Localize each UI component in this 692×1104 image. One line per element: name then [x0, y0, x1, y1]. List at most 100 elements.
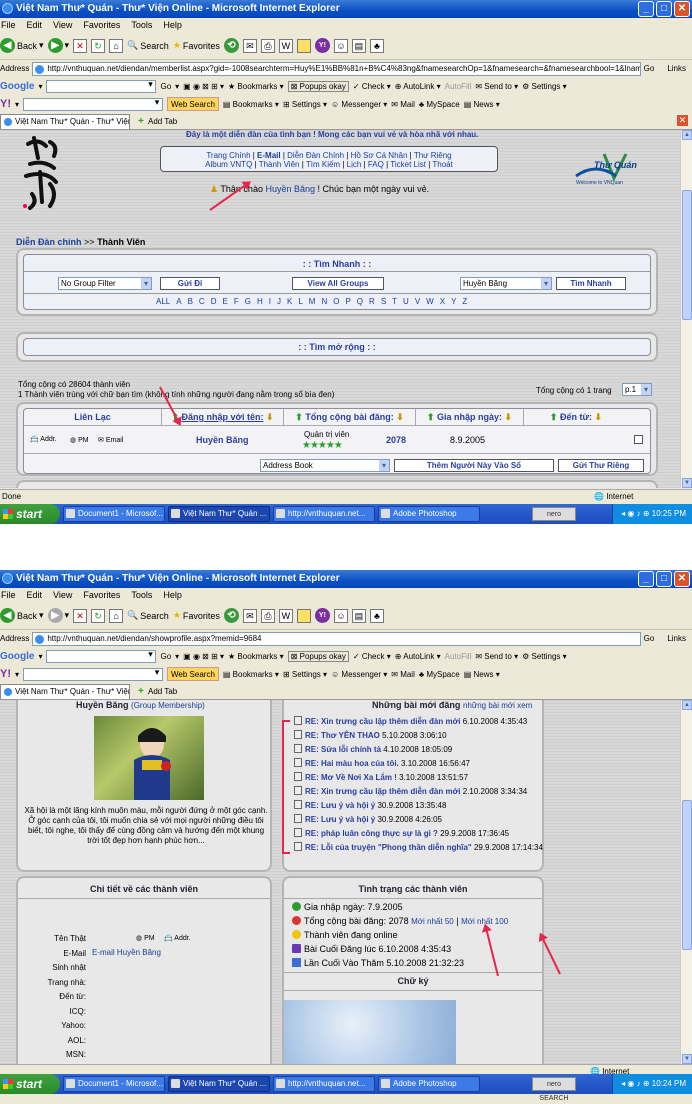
home-icon[interactable]: ⌂ — [109, 38, 124, 53]
minimize-button[interactable]: _ — [638, 1, 654, 17]
google-bookmarks-button[interactable]: ★ Bookmarks ▾ — [228, 82, 284, 91]
maximize-button[interactable]: □ — [656, 571, 672, 587]
messenger-button[interactable]: ☺ Messenger ▾ — [331, 670, 387, 679]
latest-50-link[interactable]: Mới nhất 50 — [411, 917, 454, 926]
post-title-link[interactable]: RE: Xin trưng cầu lập thêm diễn đàn mới — [305, 787, 461, 796]
nav-home[interactable]: Trang Chính — [206, 151, 250, 160]
alphabet-letter-k[interactable]: K — [287, 297, 292, 306]
google-settings-button[interactable]: ⚙ Settings ▾ — [522, 82, 567, 91]
alphabet-letter-g[interactable]: G — [245, 297, 251, 306]
folder-icon[interactable] — [296, 608, 311, 623]
start-button[interactable]: start — [0, 1074, 60, 1094]
google-search-input[interactable] — [46, 649, 157, 663]
address-input[interactable]: http://vnthuquan.net/diendan/memberlist.… — [32, 61, 641, 76]
nav-profile[interactable]: Hồ Sơ Cá Nhân — [351, 151, 408, 160]
alphabet-letter-c[interactable]: C — [199, 297, 205, 306]
alphabet-letter-h[interactable]: H — [257, 297, 263, 306]
col-total-posts[interactable]: ⬆ Tổng cộng bài đăng: ⬇ — [284, 409, 416, 425]
google-go-button[interactable]: Go — [160, 82, 171, 91]
alphabet-letter-t[interactable]: T — [392, 297, 397, 306]
alphabet-letter-i[interactable]: I — [269, 297, 271, 306]
post-title-link[interactable]: RE: Mơ Về Nơi Xa Lắm ! — [305, 773, 397, 782]
alphabet-letter-x[interactable]: X — [440, 297, 445, 306]
menu-tools[interactable]: Tools — [131, 588, 152, 602]
alphabet-letter-r[interactable]: R — [369, 297, 375, 306]
task-word[interactable]: Document1 - Microsof... — [63, 506, 165, 522]
address-input[interactable]: http://vnthuquan.net/diendan/showprofile… — [32, 631, 641, 646]
back-button[interactable]: ◀ Back ▾ — [0, 608, 44, 623]
yahoo-settings-button[interactable]: ⊞ Settings ▾ — [283, 670, 327, 679]
popups-button[interactable]: ⊠ Popups okay — [287, 650, 349, 662]
autolink-button[interactable]: ⊕ AutoLink ▾ — [395, 652, 441, 661]
close-button[interactable]: ✕ — [674, 1, 690, 17]
stop-icon[interactable]: ✕ — [73, 38, 88, 53]
research-icon[interactable]: ▤ — [351, 38, 366, 53]
autofill-button[interactable]: AutoFill — [445, 652, 472, 661]
close-button[interactable]: ✕ — [674, 571, 690, 587]
advanced-search-title[interactable]: : : Tìm mở rộng : : — [24, 342, 650, 352]
breadcrumb-root[interactable]: Diễn Đàn chính — [16, 237, 82, 247]
add-tab-button[interactable]: Add Tab — [136, 115, 177, 128]
yahoo-mail-button[interactable]: ✉ Mail — [391, 670, 415, 679]
popups-button[interactable]: ⊠ Popups okay — [287, 80, 349, 92]
nero-search[interactable]: nero SEARCH — [532, 1077, 576, 1102]
folder-icon[interactable] — [296, 38, 311, 53]
refresh-icon[interactable]: ↻ — [91, 608, 106, 623]
forward-button[interactable]: ▶ ▾ — [47, 608, 69, 623]
alphabet-letter-f[interactable]: F — [234, 297, 239, 306]
alphabet-letter-e[interactable]: E — [222, 297, 227, 306]
tab-vnthuquan[interactable]: Việt Nam Thư* Quán - Thư* Viện... — [0, 684, 130, 699]
myspace-button[interactable]: ♣ MySpace — [419, 100, 460, 109]
links-button[interactable]: Links — [657, 64, 692, 73]
nav-faq[interactable]: FAQ — [368, 160, 384, 169]
check-button[interactable]: ✓ Check ▾ — [353, 82, 391, 91]
start-button[interactable]: start — [0, 504, 60, 524]
menu-file[interactable]: File — [1, 18, 16, 32]
task-photoshop[interactable]: Adobe Photoshop — [378, 506, 480, 522]
alphabet-letter-a[interactable]: A — [176, 297, 181, 306]
nav-calendar[interactable]: Lịch — [347, 160, 362, 169]
add-tab-button[interactable]: Add Tab — [136, 685, 177, 698]
messenger-button[interactable]: ☺ Messenger ▾ — [331, 100, 387, 109]
post-title-link[interactable]: RE: Lưu ý và hội ý — [305, 801, 375, 810]
send-pm-button[interactable]: Gửi Thư Riêng — [558, 459, 644, 472]
print-icon[interactable]: ⎙ — [260, 608, 275, 623]
autofill-button[interactable]: AutoFill — [445, 82, 472, 91]
yahoo-icon[interactable]: Y! — [314, 38, 330, 53]
menu-tools[interactable]: Tools — [131, 18, 152, 32]
nero-search[interactable]: nero SEARCH — [532, 507, 576, 521]
nav-members[interactable]: Thành Viên — [259, 160, 300, 169]
yahoo-mail-button[interactable]: ✉ Mail — [391, 100, 415, 109]
home-icon[interactable]: ⌂ — [109, 608, 124, 623]
menu-view[interactable]: View — [53, 588, 72, 602]
history-icon[interactable]: ⟲ — [223, 38, 239, 53]
alphabet-letter-q[interactable]: Q — [357, 297, 363, 306]
google-go-button[interactable]: Go — [160, 652, 171, 661]
alphabet-letter-z[interactable]: Z — [462, 297, 467, 306]
people-icon[interactable]: ♣ — [369, 608, 384, 623]
word-icon[interactable]: W — [278, 608, 293, 623]
alphabet-letter-b[interactable]: B — [188, 297, 193, 306]
post-title-link[interactable]: RE: Hai màu hoa của tôi. — [305, 759, 399, 768]
nav-search[interactable]: Tìm Kiếm — [306, 160, 340, 169]
task-ie-active[interactable]: Việt Nam Thư* Quán ... — [168, 1076, 270, 1092]
history-icon[interactable]: ⟲ — [223, 608, 239, 623]
col-joined[interactable]: ⬆ Gia nhập ngày: ⬇ — [416, 409, 524, 425]
myspace-button[interactable]: ♣ MySpace — [419, 670, 460, 679]
sendto-button[interactable]: ✉ Send to ▾ — [475, 82, 518, 91]
go-button[interactable]: Gửi Đi — [160, 277, 220, 290]
menu-file[interactable]: File — [1, 588, 16, 602]
group-membership-link[interactable]: (Group Membership) — [131, 701, 205, 710]
alphabet-letter-w[interactable]: W — [426, 297, 434, 306]
alphabet-letter-s[interactable]: S — [381, 297, 386, 306]
yahoo-bookmarks-button[interactable]: ▤ Bookmarks ▾ — [223, 100, 279, 109]
news-button[interactable]: ▤ News ▾ — [464, 100, 500, 109]
quick-search-input[interactable]: Huyền Băng — [460, 277, 552, 290]
messenger-icon[interactable]: ☺ — [333, 38, 348, 53]
alphabet-letter-j[interactable]: J — [277, 297, 281, 306]
alphabet-letter-v[interactable]: V — [415, 297, 420, 306]
autolink-button[interactable]: ⊕ AutoLink ▾ — [395, 82, 441, 91]
people-icon[interactable]: ♣ — [369, 38, 384, 53]
menu-view[interactable]: View — [53, 18, 72, 32]
task-photoshop[interactable]: Adobe Photoshop — [378, 1076, 480, 1092]
